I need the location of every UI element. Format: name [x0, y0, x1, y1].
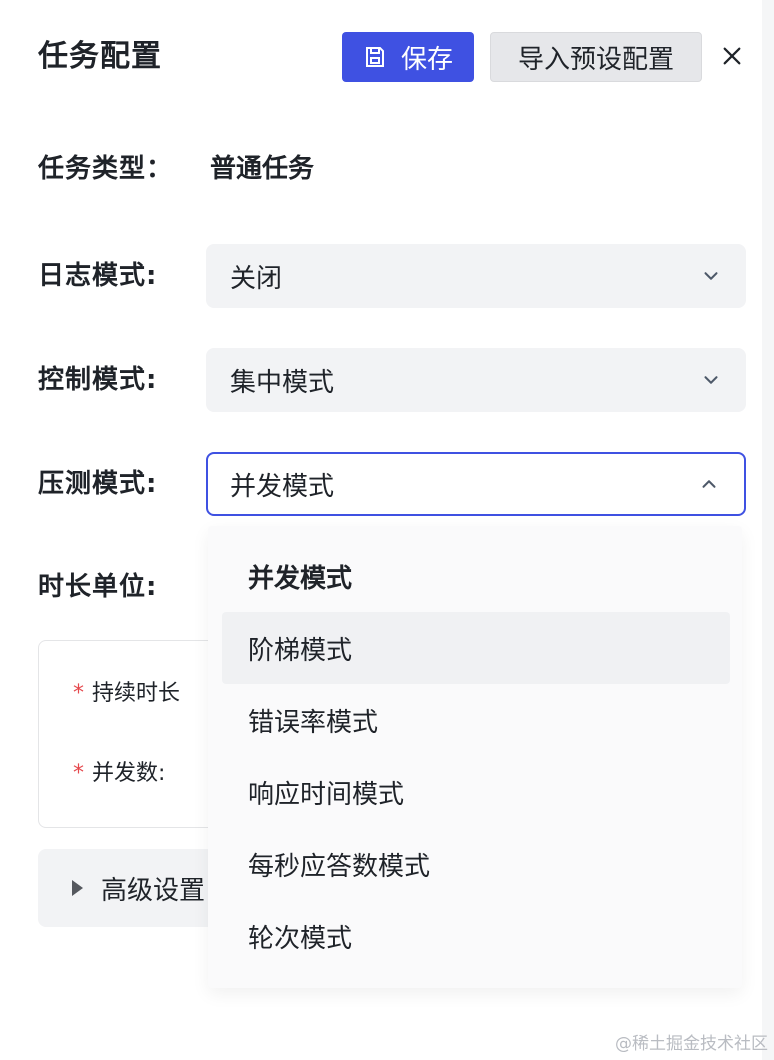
duration-label-text: 持续时长 [92, 681, 181, 706]
task-type-label: 任务类型： [38, 154, 174, 184]
control-mode-value: 集中模式 [230, 367, 335, 398]
scrollbar-track[interactable] [762, 0, 774, 1060]
page-title: 任务配置 [38, 39, 162, 74]
concurrency-label-text: 并发数: [92, 761, 166, 786]
close-icon [723, 47, 741, 65]
task-config-panel: 任务配置 保存 导入预设配置 任务类型： 普通任务 日志模式: 关闭 控制模式:… [0, 0, 774, 1060]
chevron-down-icon [704, 272, 718, 280]
save-button[interactable]: 保存 [342, 32, 474, 82]
duration-field-label: * 持续时长 [73, 679, 180, 709]
chevron-up-icon [702, 480, 716, 488]
watermark: @稀土掘金技术社区 [615, 1034, 768, 1054]
control-mode-label: 控制模式: [38, 365, 158, 395]
save-icon [365, 47, 384, 67]
caret-right-icon [72, 880, 83, 896]
save-button-label: 保存 [400, 44, 453, 75]
chevron-down-icon [704, 376, 718, 384]
dropdown-option-rounds[interactable]: 轮次模式 [222, 900, 730, 972]
log-mode-select[interactable]: 关闭 [206, 244, 746, 308]
task-type-value: 普通任务 [210, 154, 315, 184]
advanced-settings-label: 高级设置 [101, 875, 206, 906]
stress-mode-value: 并发模式 [230, 471, 335, 502]
dropdown-option-error-rate[interactable]: 错误率模式 [222, 684, 730, 756]
dropdown-option-response-time[interactable]: 响应时间模式 [222, 756, 730, 828]
stress-mode-label: 压测模式: [38, 469, 158, 499]
close-button[interactable] [716, 40, 748, 72]
stress-mode-select[interactable]: 并发模式 [206, 452, 746, 516]
import-preset-label: 导入预设配置 [517, 44, 674, 75]
control-mode-select[interactable]: 集中模式 [206, 348, 746, 412]
dropdown-option-rps[interactable]: 每秒应答数模式 [222, 828, 730, 900]
duration-unit-label: 时长单位: [38, 572, 158, 602]
required-mark: * [73, 681, 84, 706]
concurrency-field-label: * 并发数: [73, 759, 165, 789]
import-preset-button[interactable]: 导入预设配置 [490, 32, 702, 82]
log-mode-value: 关闭 [230, 263, 283, 294]
required-mark: * [73, 761, 84, 786]
log-mode-label: 日志模式: [38, 261, 158, 291]
stress-mode-dropdown: 并发模式 阶梯模式 错误率模式 响应时间模式 每秒应答数模式 轮次模式 [208, 526, 742, 988]
dropdown-option-step[interactable]: 阶梯模式 [222, 612, 730, 684]
dropdown-option-concurrent[interactable]: 并发模式 [222, 540, 730, 612]
